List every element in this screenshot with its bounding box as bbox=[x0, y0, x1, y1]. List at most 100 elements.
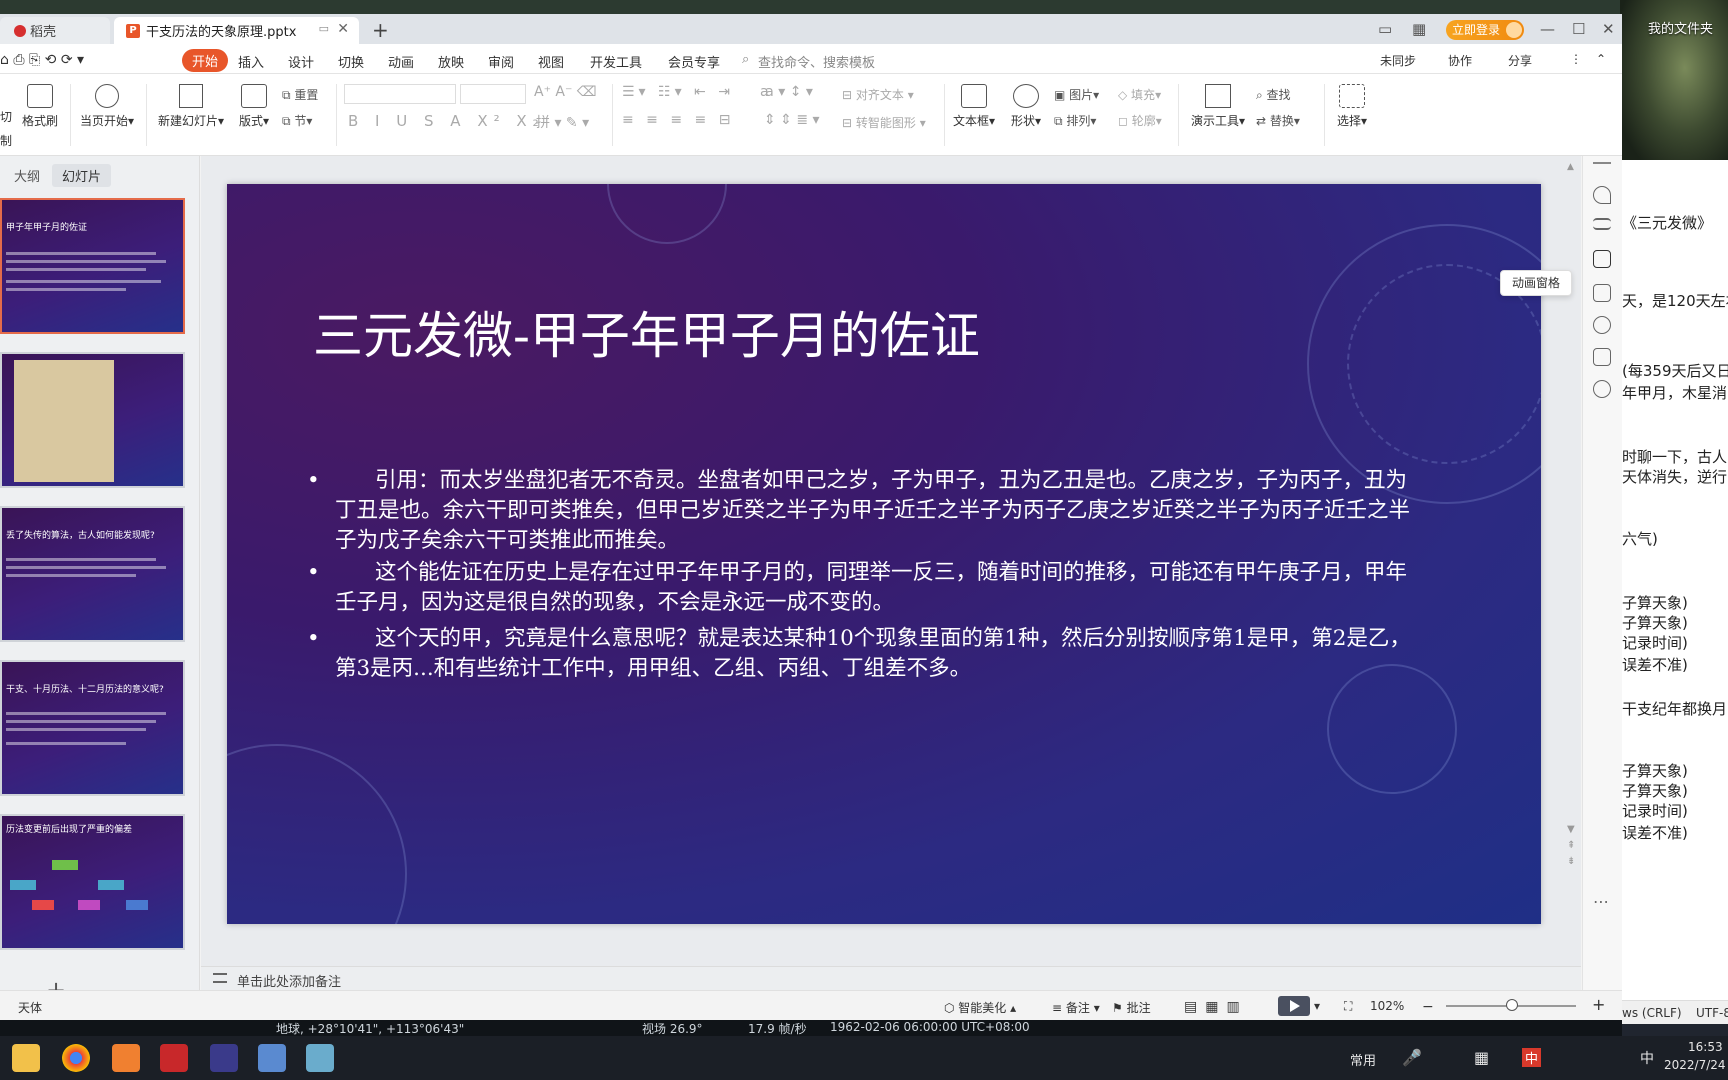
tab-developer[interactable]: 开发工具 bbox=[590, 52, 642, 71]
align-text-button[interactable]: ⊟ 对齐文本 ▾ bbox=[842, 86, 914, 103]
ime-label[interactable]: 中 bbox=[1640, 1048, 1654, 1068]
collaborate-button[interactable]: 协作 bbox=[1448, 52, 1472, 69]
file-explorer-icon[interactable] bbox=[12, 1044, 40, 1072]
slide-thumbnail-1[interactable]: 甲子年甲子月的佐证 bbox=[0, 198, 185, 334]
ime-icon[interactable]: 中 bbox=[1522, 1048, 1542, 1067]
slide-title[interactable]: 三元发微-甲子年甲子月的佐证 bbox=[313, 296, 980, 368]
tab-home[interactable]: 稻壳 bbox=[0, 17, 110, 44]
chrome-icon[interactable] bbox=[62, 1044, 90, 1072]
new-slide-button[interactable]: 新建幻灯片▾ bbox=[156, 84, 226, 129]
apps-grid-icon[interactable]: ▦ bbox=[1412, 20, 1426, 38]
font-style-icons[interactable]: B I U S A X² X₂ bbox=[348, 112, 545, 130]
fit-window-icon[interactable]: ⛶ bbox=[1344, 999, 1352, 1014]
page-nav-icons[interactable]: ▼ ⇞ ⇟ bbox=[1567, 822, 1575, 870]
notepad-icon[interactable] bbox=[306, 1044, 334, 1072]
tray-label[interactable]: 常用 bbox=[1350, 1050, 1376, 1069]
login-button[interactable]: 立即登录 bbox=[1446, 20, 1524, 40]
tab-insert[interactable]: 插入 bbox=[238, 52, 264, 71]
close-tab-icon[interactable]: ✕ bbox=[337, 21, 349, 37]
background-document-window[interactable]: 《三元发微》 天，是120天左右 (每359天后又日 年甲月，木星消 时聊一下，… bbox=[1622, 160, 1728, 1010]
pin-icon[interactable]: ▭ bbox=[319, 22, 329, 35]
app-icon[interactable] bbox=[112, 1044, 140, 1072]
current-slide[interactable]: 三元发微-甲子年甲子月的佐证 • 引用：而太岁坐盘犯者无不奇灵。坐盘者如甲己之岁，… bbox=[227, 184, 1541, 924]
animation-star-icon[interactable] bbox=[1593, 250, 1611, 268]
line-spacing-icons[interactable]: ⇕ ⇕ ≣ ▾ bbox=[764, 112, 820, 128]
paragraph-align-icons[interactable]: ≡ ≡ ≡ ≡ ⊟ bbox=[622, 112, 734, 128]
view-mode-icons[interactable]: ▤▦▥ bbox=[1184, 999, 1248, 1015]
present-tools-button[interactable]: 演示工具▾ bbox=[1186, 84, 1250, 129]
minimize-icon[interactable]: — bbox=[1540, 20, 1555, 38]
zoom-out-icon[interactable]: − bbox=[1422, 999, 1434, 1015]
tab-outline[interactable]: 大纲 bbox=[14, 166, 40, 185]
zoom-level[interactable]: 102% bbox=[1370, 999, 1404, 1013]
more-icon[interactable]: ⋮ bbox=[1570, 52, 1582, 66]
tab-start[interactable]: 开始 bbox=[182, 49, 229, 72]
slide-thumbnail-5[interactable]: 历法变更前后出现了严重的偏差 bbox=[0, 814, 185, 950]
scroll-up-icon[interactable]: ▲ bbox=[1567, 162, 1574, 172]
more-options-icon[interactable]: ⋯ bbox=[1593, 892, 1609, 911]
slide-thumbnail-2[interactable] bbox=[0, 352, 185, 488]
network-icon[interactable]: ▦ bbox=[1474, 1048, 1489, 1067]
tab-slides[interactable]: 幻灯片 bbox=[52, 164, 112, 187]
tab-slideshow[interactable]: 放映 bbox=[438, 52, 464, 71]
cut-button[interactable]: 切 bbox=[0, 108, 12, 125]
smart-shape-button[interactable]: ⊟ 转智能图形 ▾ bbox=[842, 114, 926, 131]
tab-transition[interactable]: 切换 bbox=[338, 52, 364, 71]
search-icon[interactable]: ⌕ bbox=[742, 52, 749, 67]
share-button[interactable]: 分享 bbox=[1508, 52, 1532, 69]
tab-animation[interactable]: 动画 bbox=[388, 52, 414, 71]
settings-sliders-icon[interactable] bbox=[1593, 218, 1611, 230]
outline-button[interactable]: ◻ 轮廓▾ bbox=[1118, 112, 1162, 129]
phonetic-icon[interactable]: 拼 ▾ ✎ ▾ bbox=[536, 112, 589, 132]
slide-bullet-1[interactable]: • 引用：而太岁坐盘犯者无不奇灵。坐盘者如甲己之岁，子为甲子，丑为乙丑是也。乙庚之… bbox=[307, 466, 1417, 556]
wps-icon[interactable] bbox=[160, 1044, 188, 1072]
play-slideshow-button[interactable] bbox=[1278, 996, 1310, 1016]
textbox-button[interactable]: 文本框▾ bbox=[952, 84, 996, 129]
arrange-button[interactable]: ⧉ 排列▾ bbox=[1054, 112, 1096, 129]
tab-review[interactable]: 审阅 bbox=[488, 52, 514, 71]
slide-switch-icon[interactable] bbox=[1593, 284, 1611, 302]
font-family-select[interactable] bbox=[344, 84, 456, 104]
smart-beautify-button[interactable]: ⬡ 智能美化 ▴ bbox=[944, 999, 1016, 1016]
slide-bullet-3[interactable]: • 这个天的甲，究竟是什么意思呢？就是表达某种10个现象里面的第1种，然后分别按顺… bbox=[307, 624, 1417, 684]
reset-button[interactable]: ⧉ 重置 bbox=[282, 86, 318, 103]
quick-access-icons[interactable]: ⌂ ⎙ ⎘ ⟲ ⟳ ▾ bbox=[0, 52, 84, 68]
help-icon[interactable] bbox=[1593, 316, 1611, 334]
layout-button[interactable]: 版式▾ bbox=[232, 84, 276, 129]
from-current-button[interactable]: 当页开始▾ bbox=[78, 84, 136, 129]
rocket-icon[interactable] bbox=[1593, 186, 1611, 204]
stellarium-icon[interactable] bbox=[210, 1044, 238, 1072]
find-button[interactable]: ⌕ 查找 bbox=[1256, 86, 1291, 103]
slide-thumbnail-4[interactable]: 干支、十月历法、十二月历法的意义呢? bbox=[0, 660, 185, 796]
maximize-icon[interactable]: ☐ bbox=[1572, 20, 1585, 38]
format-painter-button[interactable]: 格式刷 bbox=[18, 84, 62, 129]
slide-bullet-2[interactable]: • 这个能佐证在历史上是存在过甲子年甲子月的，同理举一反三，随着时间的推移，可能还… bbox=[307, 558, 1417, 618]
command-search-input[interactable]: 查找命令、搜索模板 bbox=[758, 52, 875, 71]
target-icon[interactable] bbox=[1593, 380, 1611, 398]
notes-bar[interactable]: 单击此处添加备注 bbox=[201, 966, 1581, 990]
microphone-icon[interactable]: 🎤 bbox=[1402, 1048, 1422, 1067]
tab-view[interactable]: 视图 bbox=[538, 52, 564, 71]
calculator-icon[interactable] bbox=[258, 1044, 286, 1072]
replace-button[interactable]: ⇄ 替换▾ bbox=[1256, 112, 1300, 129]
fill-button[interactable]: ◇ 填充▾ bbox=[1118, 86, 1161, 103]
layout-icon[interactable]: ▭ bbox=[1378, 20, 1392, 38]
desktop-folder-label[interactable]: 我的文件夹 bbox=[1648, 18, 1713, 37]
theme-font[interactable]: 天体 bbox=[18, 999, 42, 1016]
new-tab-button[interactable]: + bbox=[372, 18, 389, 42]
copy-button[interactable]: 制 bbox=[0, 132, 12, 149]
slide-thumbnail-3[interactable]: 丢了失传的算法，古人如何能发现呢? bbox=[0, 506, 185, 642]
tab-member[interactable]: 会员专享 bbox=[668, 52, 720, 71]
section-button[interactable]: ⧉ 节▾ bbox=[282, 112, 312, 129]
close-window-icon[interactable]: ✕ bbox=[1602, 20, 1615, 38]
zoom-in-icon[interactable]: + bbox=[1592, 995, 1605, 1014]
tab-design[interactable]: 设计 bbox=[288, 52, 314, 71]
picture-button[interactable]: ▣ 图片▾ bbox=[1054, 86, 1099, 103]
comment-button[interactable]: ⚑ 批注 bbox=[1112, 999, 1151, 1016]
image-tool-icon[interactable] bbox=[1593, 348, 1611, 366]
collapse-ribbon-icon[interactable]: ⌃ bbox=[1596, 52, 1606, 66]
shape-button[interactable]: 形状▾ bbox=[1004, 84, 1048, 129]
select-button[interactable]: 选择▾ bbox=[1330, 84, 1374, 129]
font-grow-shrink-icons[interactable]: A⁺ A⁻ ⌫ bbox=[534, 84, 597, 100]
play-options-icon[interactable]: ▾ bbox=[1314, 999, 1320, 1013]
